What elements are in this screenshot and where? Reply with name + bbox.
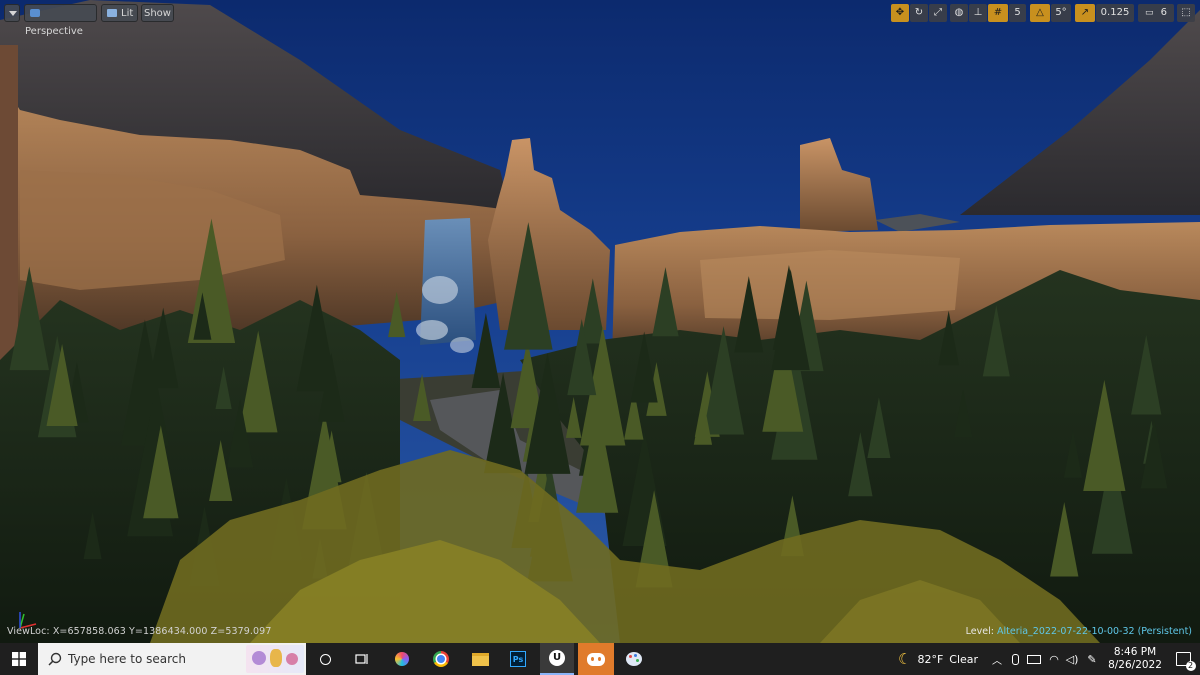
pen-tray[interactable]: ✎	[1083, 643, 1101, 675]
weather-widget[interactable]: ☾ 82°F Clear	[898, 643, 984, 675]
scale-snap-toggle[interactable]: ↗	[1075, 4, 1095, 22]
windows-icon	[12, 652, 26, 666]
network-tray[interactable]: ◠	[1045, 643, 1063, 675]
scale-snap-value-label: 0.125	[1100, 7, 1130, 18]
wifi-icon: ◠	[1049, 652, 1059, 666]
angle-icon: △	[1036, 7, 1044, 18]
chevron-up-icon: ︿	[992, 655, 1002, 667]
notification-center-button[interactable]: 2	[1168, 643, 1198, 675]
lit-button[interactable]: Lit	[101, 4, 138, 22]
folder-icon	[471, 652, 489, 666]
scale-snap-value[interactable]: 0.125	[1096, 4, 1134, 22]
grid-snap-value[interactable]: 5	[1009, 4, 1026, 22]
rotation-snap-toggle[interactable]: △	[1030, 4, 1050, 22]
surface-snap-button[interactable]: ⊥	[969, 4, 987, 22]
select-mode-button[interactable]: ✥	[891, 4, 909, 22]
microphone-tray[interactable]	[1007, 643, 1023, 675]
grid-snap-toggle[interactable]: #	[988, 4, 1008, 22]
rotation-snap-value-label: 5°	[1055, 7, 1067, 18]
perspective-icon	[30, 9, 40, 17]
maximize-viewport-button[interactable]: ⬚	[1177, 4, 1195, 22]
chrome-app[interactable]	[427, 643, 455, 675]
taskbar: Type here to search Ps U ☾ 82°F Clear ︿ …	[0, 643, 1200, 675]
scale-icon: ⤢	[934, 7, 942, 18]
scale-arrow-icon: ↗	[1080, 7, 1090, 18]
paint-palette-icon	[626, 652, 642, 666]
rotation-snap-value[interactable]: 5°	[1051, 4, 1071, 22]
photoshop-app[interactable]: Ps	[504, 643, 532, 675]
level-readout: Level: Alteria_2022-07-22-10-00-32 (Pers…	[966, 626, 1192, 637]
view-location-readout: ViewLoc: X=657858.063 Y=1386434.000 Z=53…	[7, 626, 272, 637]
unreal-engine-icon: U	[549, 650, 565, 666]
chrome-icon	[433, 651, 449, 667]
camera-speed-button[interactable]: ▭ 6	[1138, 4, 1174, 22]
chevron-down-icon	[9, 11, 17, 16]
rotate-icon: ↻	[914, 7, 924, 18]
notification-icon: 2	[1175, 652, 1196, 671]
photoshop-icon: Ps	[510, 651, 526, 667]
clock-time: 8:46 PM	[1113, 646, 1157, 658]
perspective-button[interactable]: Perspective	[24, 4, 97, 37]
scene-render[interactable]	[0, 0, 1200, 643]
cortana-icon	[319, 653, 331, 665]
creative-cloud-icon	[395, 652, 409, 666]
microphone-icon	[1011, 653, 1019, 665]
level-name: Alteria_2022-07-22-10-00-32 (Persistent)	[996, 626, 1192, 637]
viewport-options-button[interactable]	[4, 4, 20, 22]
lit-label: Lit	[121, 8, 134, 19]
search-icon	[48, 652, 62, 666]
cortana-button[interactable]	[312, 643, 338, 675]
move-icon: ✥	[895, 7, 905, 18]
clock-date: 8/26/2022	[1108, 659, 1162, 671]
pen-icon: ✎	[1087, 652, 1097, 666]
grid-snap-value-label: 5	[1014, 7, 1021, 18]
grid-icon: #	[993, 7, 1003, 18]
maximize-icon: ⬚	[1181, 7, 1191, 18]
show-button[interactable]: Show	[141, 4, 174, 22]
taskbar-search-box[interactable]: Type here to search	[38, 643, 306, 675]
camera-speed-value: 6	[1160, 7, 1168, 18]
moon-icon: ☾	[898, 650, 912, 668]
volume-tray[interactable]: ◁)	[1063, 643, 1081, 675]
level-label: Level:	[965, 626, 994, 637]
show-hidden-icons-button[interactable]: ︿	[988, 643, 1006, 675]
editor-viewport[interactable]: Perspective Lit Show ✥ ↻ ⤢ ◍ ⊥ # 5 △ 5° …	[0, 0, 1200, 643]
task-view-button[interactable]	[348, 643, 376, 675]
weather-temperature: 82°F	[917, 652, 944, 666]
speaker-icon: ◁)	[1065, 652, 1079, 666]
camera-icon: ▭	[1144, 8, 1154, 18]
unreal-engine-app[interactable]: U	[540, 643, 574, 675]
scale-mode-button[interactable]: ⤢	[929, 4, 947, 22]
perspective-label: Perspective	[25, 26, 83, 37]
discord-icon	[587, 652, 605, 666]
show-label: Show	[144, 8, 171, 19]
surface-snap-icon: ⊥	[973, 7, 983, 18]
search-highlight-illustration	[246, 645, 304, 673]
clock[interactable]: 8:46 PM 8/26/2022	[1104, 643, 1166, 675]
lit-icon	[107, 9, 117, 17]
weather-condition: Clear	[949, 652, 979, 666]
discord-app[interactable]	[578, 643, 614, 675]
globe-icon: ◍	[954, 7, 964, 18]
paint-app[interactable]	[620, 643, 648, 675]
battery-icon	[1027, 654, 1041, 664]
search-placeholder: Type here to search	[68, 652, 186, 666]
battery-tray[interactable]	[1025, 643, 1043, 675]
notification-count: 2	[1185, 661, 1196, 671]
task-view-icon	[355, 654, 368, 664]
creative-cloud-app[interactable]	[388, 643, 416, 675]
coordinate-system-button[interactable]: ◍	[950, 4, 968, 22]
rotate-mode-button[interactable]: ↻	[910, 4, 928, 22]
start-button[interactable]	[0, 643, 38, 675]
file-explorer-app[interactable]	[466, 643, 494, 675]
